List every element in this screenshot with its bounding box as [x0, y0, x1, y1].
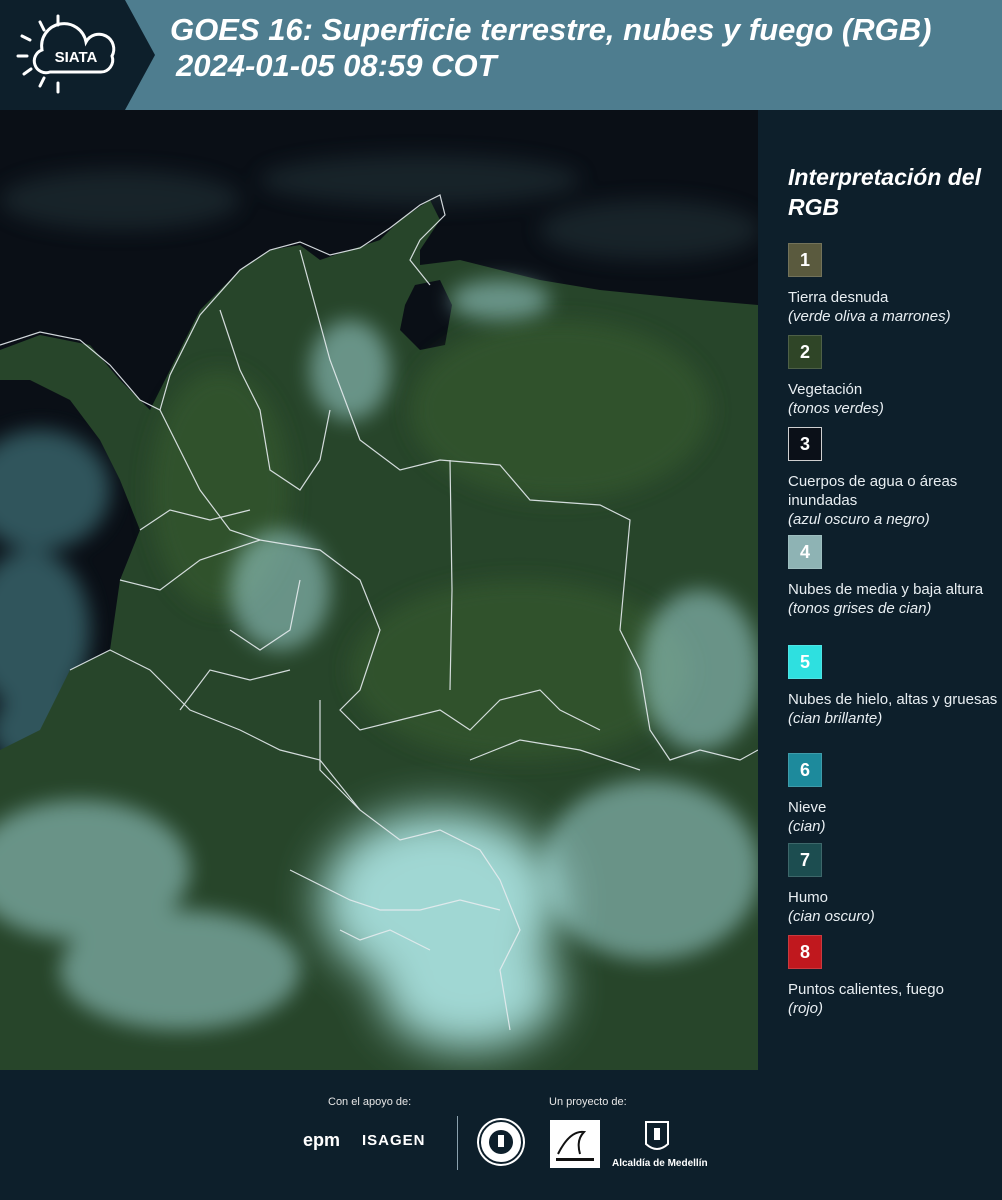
legend-swatch: 4: [788, 535, 822, 569]
legend-item-desc: (azul oscuro a negro): [788, 511, 930, 528]
legend-item: 6 Nieve (cian): [788, 753, 998, 836]
legend-swatch: 5: [788, 645, 822, 679]
area-metropolitana-logo: [550, 1120, 600, 1168]
legend-swatch: 3: [788, 427, 822, 461]
page-title: GOES 16: Superficie terrestre, nubes y f…: [170, 12, 931, 84]
legend-item-name: Cuerpos de agua o áreas inundadas: [788, 473, 958, 509]
legend-item-desc: (tonos grises de cian): [788, 600, 932, 617]
legend-item-name: Nubes de hielo, altas y gruesas: [788, 691, 998, 708]
alcaldia-logo: Alcaldía de Medellín: [612, 1118, 708, 1172]
alcaldia-label: Alcaldía de Medellín: [612, 1158, 708, 1169]
legend-item-name: Vegetación: [788, 381, 863, 398]
legend-swatch: 6: [788, 753, 822, 787]
legend-item-name: Nieve: [788, 799, 827, 816]
legend-item-name: Nubes de media y baja altura: [788, 581, 984, 598]
legend-swatch: 2: [788, 335, 822, 369]
legend-swatch: 8: [788, 935, 822, 969]
legend-item-name: Puntos calientes, fuego: [788, 981, 944, 998]
legend-item-desc: (cian): [788, 818, 826, 835]
project-label: Un proyecto de:: [549, 1096, 627, 1108]
isagen-logo: ISAGEN: [362, 1132, 426, 1149]
satellite-map: [0, 110, 758, 1070]
epm-logo: epm: [303, 1130, 341, 1150]
legend-title: Interpretación del RGB: [788, 164, 981, 220]
legend-item: 1 Tierra desnuda (verde oliva a marrones): [788, 243, 998, 326]
header-bar: SIATA GOES 16: Superficie terrestre, nub…: [0, 0, 1002, 110]
legend-item: 4 Nubes de media y baja altura (tonos gris…: [788, 535, 998, 618]
support-label: Con el apoyo de:: [328, 1096, 412, 1108]
legend-swatch: 1: [788, 243, 822, 277]
legend-item: 2 Vegetación (tonos verdes): [788, 335, 998, 418]
legend-item-desc: (rojo): [788, 1000, 824, 1017]
seal-logo: [477, 1118, 525, 1166]
legend-item-desc: (cian brillante): [788, 710, 883, 727]
legend-item-name: Tierra desnuda: [788, 289, 889, 306]
title-line-1: GOES 16: Superficie terrestre, nubes y f…: [170, 12, 932, 47]
footer-divider: [457, 1116, 458, 1170]
legend-item: 5 Nubes de hielo, altas y gruesas (cian br…: [788, 645, 998, 728]
legend-item: 7 Humo (cian oscuro): [788, 843, 998, 926]
legend-item-desc: (verde oliva a marrones): [788, 308, 951, 325]
legend-item-name: Humo: [788, 889, 829, 906]
footer: Con el apoyo de: Un proyecto de: epm ISA…: [0, 1070, 1002, 1200]
legend-swatch: 7: [788, 843, 822, 877]
legend-item-desc: (tonos verdes): [788, 400, 884, 417]
legend-item-desc: (cian oscuro): [788, 908, 875, 925]
siata-logo-text: SIATA: [55, 49, 98, 66]
title-line-2: 2024-01-05 08:59 COT: [176, 48, 497, 83]
legend-panel: Interpretación del RGB 1 Tierra desnuda (v…: [758, 110, 1002, 1070]
legend-item: 8 Puntos calientes, fuego (rojo): [788, 935, 998, 1018]
legend-item: 3 Cuerpos de agua o áreas inundadas (azul …: [788, 427, 998, 529]
siata-logo: SIATA: [0, 0, 155, 110]
